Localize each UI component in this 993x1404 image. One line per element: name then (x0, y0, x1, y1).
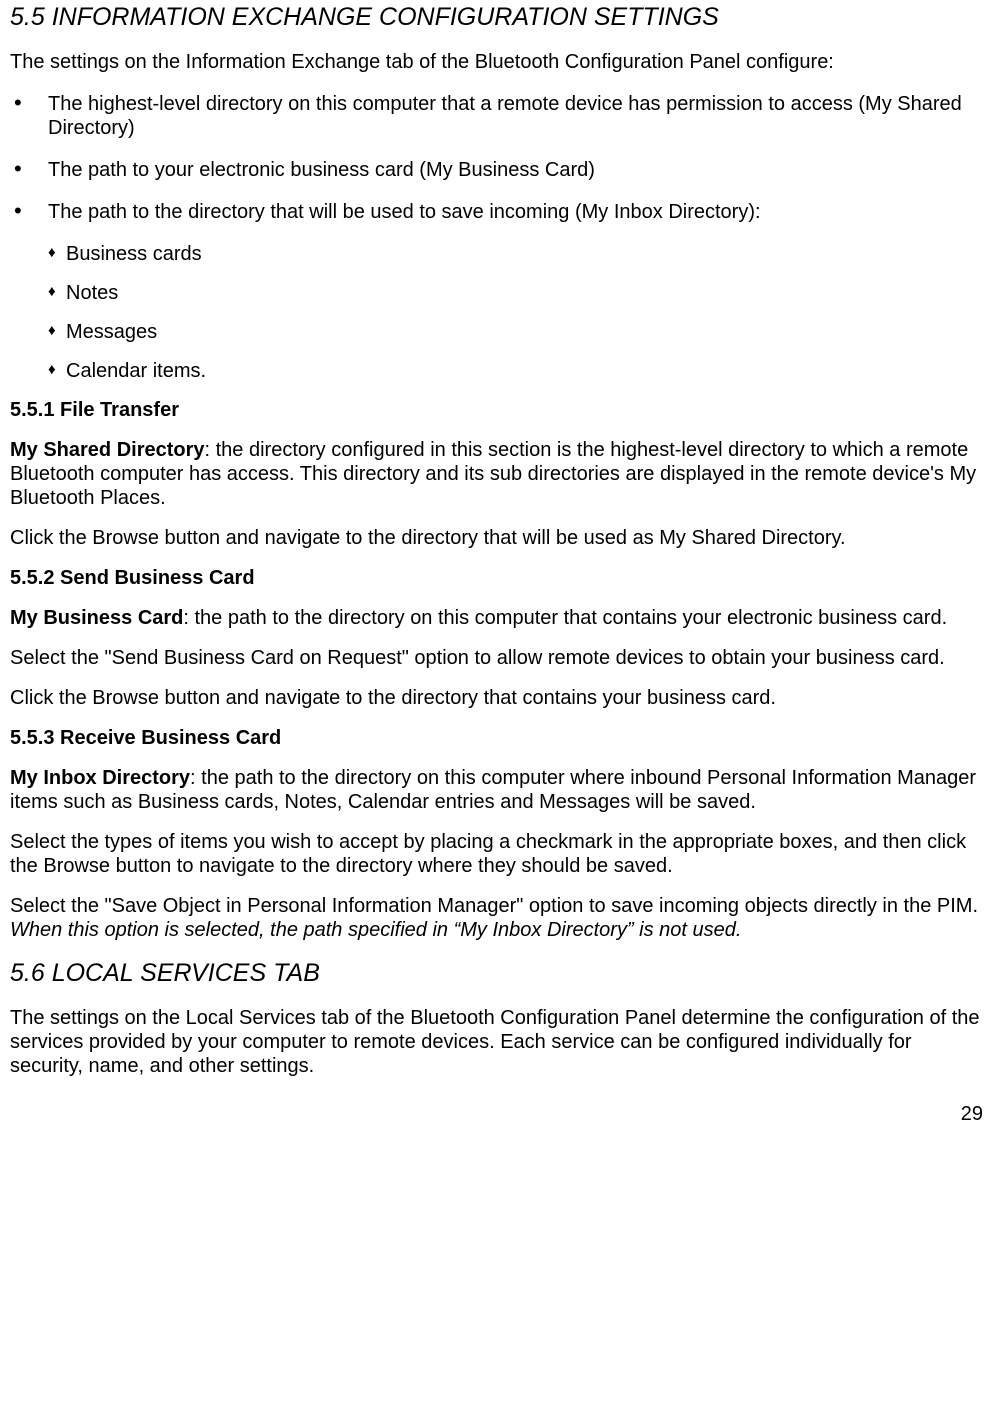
section-5-5-1-p2: Click the Browse button and navigate to … (10, 526, 983, 550)
page-number: 29 (10, 1102, 983, 1126)
list-item: The path to your electronic business car… (10, 158, 983, 182)
section-5-5-2-p1: My Business Card: the path to the direct… (10, 606, 983, 630)
section-5-5-3-p1: My Inbox Directory: the path to the dire… (10, 766, 983, 814)
bold-lead: My Inbox Directory (10, 767, 190, 789)
section-5-5-1-heading: 5.5.1 File Transfer (10, 398, 983, 422)
section-5-5-2-p3: Click the Browse button and navigate to … (10, 686, 983, 710)
list-item: The path to the directory that will be u… (10, 200, 983, 224)
list-item: Business cards (48, 242, 983, 266)
section-5-5-heading: 5.5 INFORMATION EXCHANGE CONFIGURATION S… (10, 2, 983, 32)
list-item: Messages (48, 320, 983, 344)
italic-text: When this option is selected, the path s… (10, 919, 741, 941)
list-item: Notes (48, 281, 983, 305)
bullet-list: The highest-level directory on this comp… (10, 92, 983, 224)
list-item: The highest-level directory on this comp… (10, 92, 983, 140)
section-5-5-1-p1: My Shared Directory: the directory confi… (10, 438, 983, 510)
section-5-5-3-p2: Select the types of items you wish to ac… (10, 830, 983, 878)
diamond-list: Business cards Notes Messages Calendar i… (48, 242, 983, 383)
bold-lead: My Shared Directory (10, 439, 205, 461)
section-5-5-2-heading: 5.5.2 Send Business Card (10, 566, 983, 590)
list-item: Calendar items. (48, 359, 983, 383)
text: Select the "Save Object in Personal Info… (10, 895, 978, 917)
text: : the path to the directory on this comp… (183, 607, 947, 629)
section-5-5-2-p2: Select the "Send Business Card on Reques… (10, 646, 983, 670)
section-5-5-intro: The settings on the Information Exchange… (10, 50, 983, 74)
section-5-6-heading: 5.6 LOCAL SERVICES TAB (10, 958, 983, 988)
section-5-5-3-p3: Select the "Save Object in Personal Info… (10, 894, 983, 942)
bold-lead: My Business Card (10, 607, 183, 629)
section-5-5-3-heading: 5.5.3 Receive Business Card (10, 726, 983, 750)
section-5-6-p1: The settings on the Local Services tab o… (10, 1006, 983, 1078)
